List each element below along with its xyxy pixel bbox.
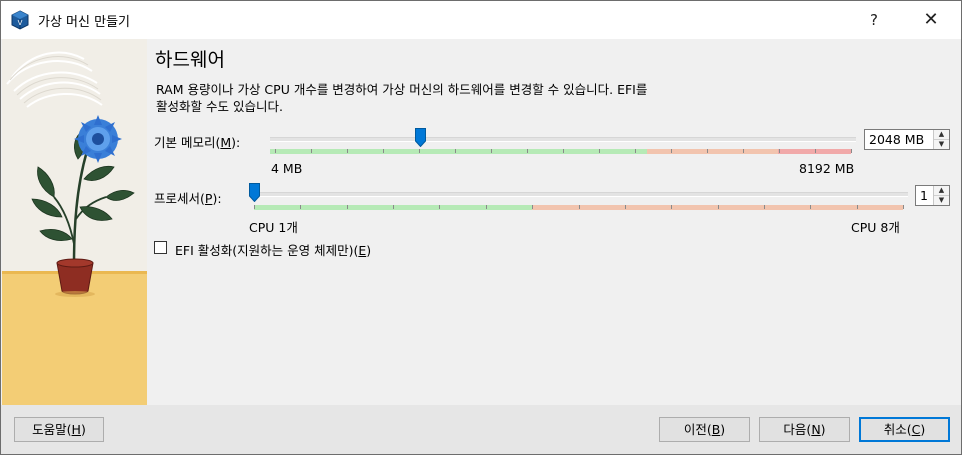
description-line-2: 활성화할 수도 있습니다. [156, 99, 283, 114]
slider-tick [743, 149, 744, 153]
create-vm-dialog: V 가상 머신 만들기 ? ✕ 하드웨어 RAM 용량이나 가상 CPU 개수를… [0, 0, 962, 455]
wizard-illustration [2, 39, 147, 405]
slider-tick [485, 205, 487, 209]
spin-down-arrow-icon[interactable]: ▼ [934, 196, 949, 205]
slider-tick [810, 205, 812, 209]
description-line-1: RAM 용량이나 가상 CPU 개수를 변경하여 가상 머신의 하드웨어를 변경… [156, 82, 648, 97]
slider-tick [671, 205, 673, 209]
virtualbox-icon: V [11, 10, 29, 30]
next-button[interactable]: 다음(N) [759, 417, 850, 442]
processor-label-prefix: 프로세서( [154, 191, 205, 206]
slider-tick [599, 149, 600, 153]
memory-label-prefix: 기본 메모리( [154, 135, 221, 150]
processor-label: 프로세서(P): [154, 188, 222, 207]
efi-label-suffix: ) [366, 243, 372, 258]
back-button-prefix: 이전( [683, 422, 712, 437]
processor-spinbox[interactable]: 1 ▲ ▼ [915, 185, 950, 206]
memory-label-mnemonic: M [220, 135, 232, 150]
title-bar: V 가상 머신 만들기 ? ✕ [1, 1, 961, 39]
slider-tick [763, 205, 765, 209]
memory-value[interactable]: 2048 MB [869, 132, 924, 147]
processor-slider-thumb[interactable] [249, 183, 260, 202]
help-button-prefix: 도움말( [32, 422, 72, 437]
help-button-mnemonic: H [71, 422, 81, 437]
slider-tick [671, 149, 672, 153]
memory-slider-thumb[interactable] [415, 128, 426, 147]
cancel-button-suffix: ) [920, 422, 926, 437]
memory-band-safe [270, 149, 647, 154]
processor-spin-arrows: ▲ ▼ [933, 186, 949, 205]
processor-label-suffix: ): [212, 191, 222, 206]
help-button-suffix: ) [80, 422, 86, 437]
efi-checkbox-label[interactable]: EFI 활성화(지원하는 운영 체제만)(E) [175, 240, 371, 259]
slider-tick [527, 149, 528, 153]
spin-down-arrow-icon[interactable]: ▼ [934, 140, 949, 149]
memory-max-label: 8192 MB [799, 161, 855, 176]
slider-tick [624, 205, 626, 209]
title-help-button[interactable]: ? [851, 1, 897, 39]
next-button-prefix: 다음( [783, 422, 812, 437]
button-bar: 도움말(H) 이전(B) 다음(N) 취소(C) [1, 405, 961, 454]
slider-tick [491, 149, 492, 153]
slider-tick [347, 149, 348, 153]
slider-tick [578, 205, 580, 209]
slider-tick [532, 205, 534, 209]
memory-slider-track[interactable] [270, 137, 856, 142]
slider-tick [903, 205, 904, 209]
next-button-suffix: ) [820, 422, 826, 437]
slider-tick [254, 205, 255, 209]
cancel-button-prefix: 취소( [883, 422, 912, 437]
efi-checkbox[interactable] [154, 241, 167, 254]
memory-band-warning [647, 149, 778, 154]
memory-min-label: 4 MB [271, 161, 303, 176]
slider-tick [393, 205, 395, 209]
slider-tick [635, 149, 636, 153]
slider-tick [383, 149, 384, 153]
back-button-mnemonic: B [711, 422, 721, 437]
page-heading: 하드웨어 [155, 49, 225, 71]
efi-label-prefix: EFI 활성화(지원하는 운영 체제만)( [175, 243, 359, 258]
back-button-suffix: ) [720, 422, 726, 437]
window-title: 가상 머신 만들기 [38, 15, 130, 30]
slider-tick [419, 149, 420, 153]
page-description: RAM 용량이나 가상 CPU 개수를 변경하여 가상 머신의 하드웨어를 변경… [156, 81, 806, 115]
slider-tick [563, 149, 564, 153]
slider-tick [779, 149, 780, 153]
next-button-mnemonic: N [811, 422, 821, 437]
svg-text:V: V [18, 19, 23, 27]
slider-tick [856, 205, 858, 209]
slider-tick [455, 149, 456, 153]
help-button[interactable]: 도움말(H) [14, 417, 104, 442]
memory-label: 기본 메모리(M): [154, 132, 240, 151]
memory-spinbox[interactable]: 2048 MB ▲ ▼ [864, 129, 950, 150]
slider-tick [815, 149, 816, 153]
processor-max-label: CPU 8개 [851, 220, 900, 235]
processor-slider-track[interactable] [254, 192, 908, 197]
processor-value[interactable]: 1 [920, 188, 928, 203]
slider-tick [346, 205, 348, 209]
slider-tick [300, 205, 302, 209]
processor-min-label: CPU 1개 [249, 220, 298, 235]
cancel-button[interactable]: 취소(C) [859, 417, 950, 442]
slider-tick [717, 205, 719, 209]
slider-tick [311, 149, 312, 153]
memory-spin-arrows: ▲ ▼ [933, 130, 949, 149]
back-button[interactable]: 이전(B) [659, 417, 750, 442]
slider-tick [707, 149, 708, 153]
spin-up-arrow-icon[interactable]: ▲ [934, 130, 949, 140]
memory-label-suffix: ): [231, 135, 241, 150]
spin-up-arrow-icon[interactable]: ▲ [934, 186, 949, 196]
slider-tick [851, 149, 852, 153]
slider-tick [439, 205, 441, 209]
title-close-button[interactable]: ✕ [908, 1, 954, 39]
slider-tick [275, 149, 276, 153]
